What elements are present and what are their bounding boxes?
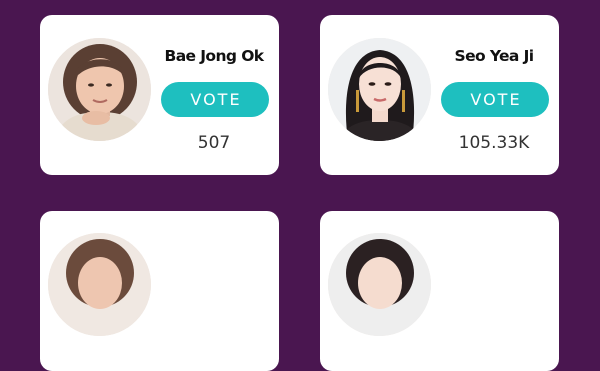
vote-button[interactable]: VOTE <box>441 82 549 117</box>
vote-button[interactable]: VOTE <box>161 82 269 117</box>
candidate-photo <box>328 38 431 141</box>
candidate-card <box>320 211 559 371</box>
candidate-name: Bae Jong Ok <box>164 47 264 65</box>
candidate-photo-image <box>328 38 431 141</box>
candidate-photo <box>48 38 151 141</box>
candidate-photo-image <box>328 233 431 336</box>
candidate-card <box>40 211 279 371</box>
vote-count: 105.33K <box>458 133 530 153</box>
candidate-name: Seo Yea Ji <box>454 47 535 65</box>
candidate-photo-image <box>48 38 151 141</box>
candidate-photo <box>48 233 151 336</box>
candidate-photo-image <box>48 233 151 336</box>
candidate-card: Bae Jong Ok VOTE 507 <box>40 15 279 175</box>
candidate-photo <box>328 233 431 336</box>
candidate-card: Seo Yea Ji VOTE 105.33K <box>320 15 559 175</box>
vote-count: 507 <box>197 133 231 153</box>
